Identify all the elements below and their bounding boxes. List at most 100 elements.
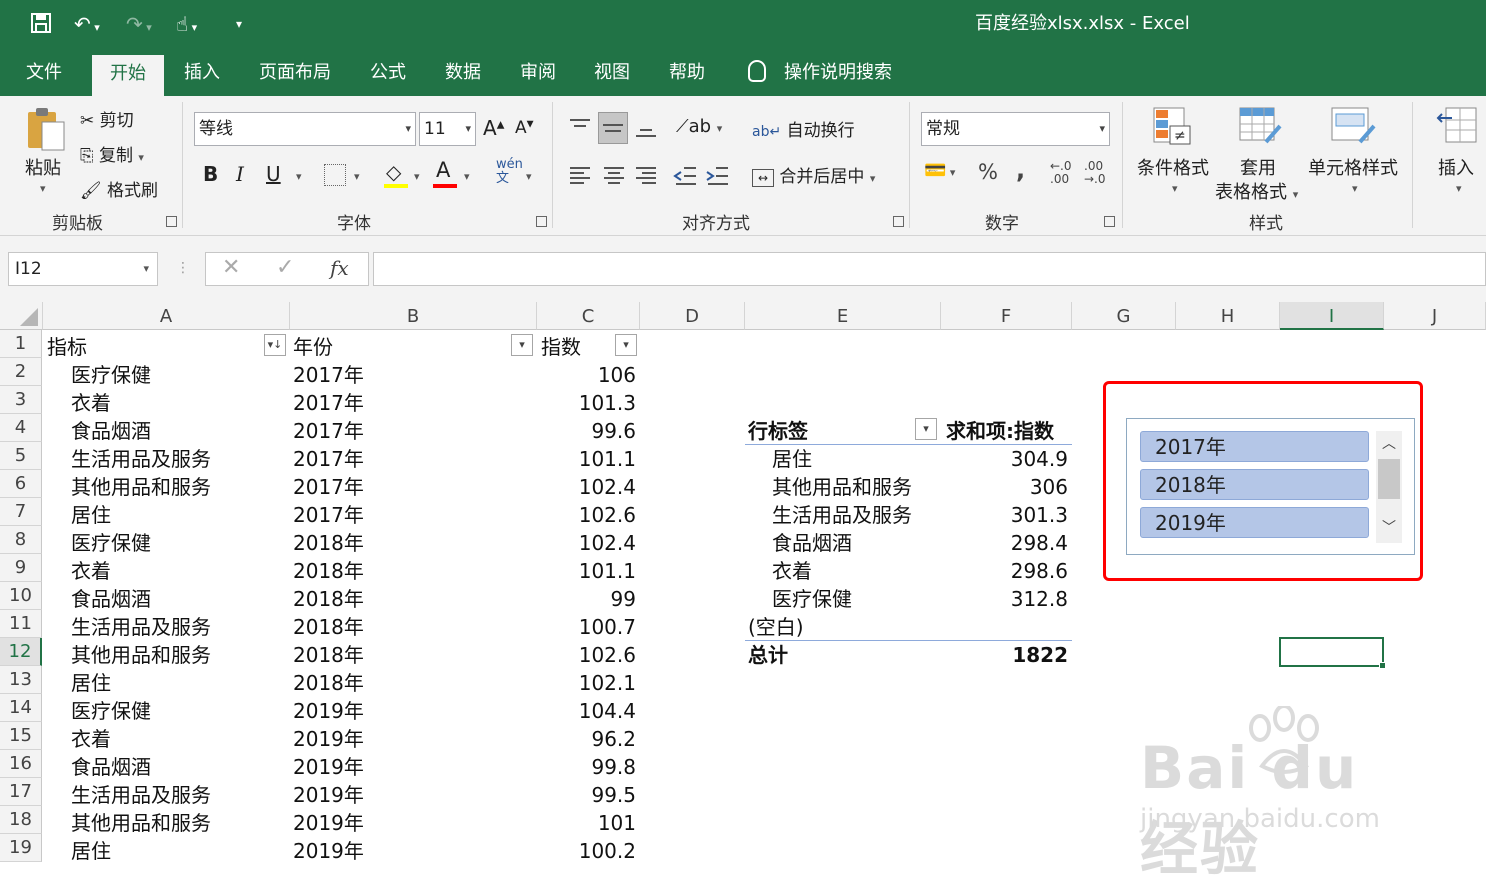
table-cell-year[interactable]: 2018年	[293, 528, 493, 556]
copy-button[interactable]: ⎘ 复制 ▾	[80, 141, 144, 166]
scroll-down-icon[interactable]: ﹀	[1376, 517, 1402, 539]
table-cell-index[interactable]: 96.2	[541, 724, 636, 752]
undo-icon[interactable]: ↶ ▾	[74, 12, 100, 40]
table-cell-year[interactable]: 2017年	[293, 416, 493, 444]
table-cell-index[interactable]: 106	[541, 360, 636, 388]
row-header-8[interactable]: 8	[0, 526, 42, 554]
decrease-indent-icon[interactable]	[672, 162, 700, 190]
table-cell-index[interactable]: 101.1	[541, 444, 636, 472]
align-right-icon[interactable]	[632, 162, 660, 190]
increase-indent-icon[interactable]	[704, 162, 732, 190]
active-cell-I12[interactable]	[1279, 637, 1386, 669]
sort-filter-icon[interactable]: ▾↓	[264, 334, 286, 356]
pivot-total-value[interactable]: 1822	[941, 640, 1068, 668]
borders-icon[interactable]	[324, 164, 346, 186]
insert-function-icon[interactable]: fx	[330, 256, 349, 280]
select-all-corner[interactable]	[0, 302, 43, 330]
tab-home[interactable]: 开始	[92, 55, 164, 96]
table-cell-indicator[interactable]: 衣着	[71, 388, 281, 416]
row-header-9[interactable]: 9	[0, 554, 42, 582]
table-cell-year[interactable]: 2018年	[293, 612, 493, 640]
accounting-format-icon[interactable]: 💳 ▾	[924, 160, 955, 181]
row-header-14[interactable]: 14	[0, 694, 42, 722]
italic-button[interactable]: I	[236, 162, 244, 186]
tab-view[interactable]: 视图	[594, 50, 630, 96]
table-cell-indicator[interactable]: 生活用品及服务	[71, 444, 281, 472]
pivot-row-label-header[interactable]: 行标签	[748, 416, 908, 444]
row-header-2[interactable]: 2	[0, 358, 42, 386]
table-cell-year[interactable]: 2018年	[293, 668, 493, 696]
table-header-index[interactable]: 指数	[541, 332, 611, 360]
table-cell-year[interactable]: 2017年	[293, 360, 493, 388]
pivot-row-label[interactable]: 食品烟酒	[772, 528, 952, 556]
format-as-table-icon[interactable]	[1238, 104, 1282, 146]
table-cell-year[interactable]: 2017年	[293, 500, 493, 528]
filter-dropdown-icon[interactable]: ▾	[615, 334, 637, 356]
tab-data[interactable]: 数据	[445, 50, 481, 96]
conditional-formatting-button[interactable]: 条件格式	[1137, 154, 1209, 180]
name-box[interactable]: I12 ▾	[8, 252, 158, 286]
conditional-formatting-icon[interactable]: ≠	[1152, 104, 1194, 146]
orientation-icon[interactable]: ⟋ab ▾	[676, 116, 722, 137]
table-cell-year[interactable]: 2019年	[293, 752, 493, 780]
table-cell-index[interactable]: 100.7	[541, 612, 636, 640]
table-cell-indicator[interactable]: 居住	[71, 668, 281, 696]
formula-input[interactable]	[373, 252, 1486, 286]
table-cell-indicator[interactable]: 医疗保健	[71, 360, 281, 388]
table-cell-year[interactable]: 2017年	[293, 472, 493, 500]
scroll-up-icon[interactable]: ︿	[1376, 433, 1402, 455]
table-cell-year[interactable]: 2019年	[293, 696, 493, 724]
align-bottom-icon[interactable]	[632, 114, 660, 142]
format-as-table-button-line2[interactable]: 表格格式 ▾	[1215, 178, 1298, 204]
column-header-D[interactable]: D	[640, 302, 745, 330]
row-header-19[interactable]: 19	[0, 834, 42, 862]
paste-icon[interactable]	[24, 106, 68, 152]
pivot-row-value[interactable]: 298.6	[941, 556, 1068, 584]
table-cell-index[interactable]: 99.6	[541, 416, 636, 444]
redo-icon[interactable]: ↷ ▾	[126, 12, 152, 40]
column-header-A[interactable]: A	[43, 302, 290, 330]
table-cell-index[interactable]: 102.4	[541, 528, 636, 556]
alignment-launcher-icon[interactable]	[893, 216, 904, 227]
format-as-table-button-line1[interactable]: 套用	[1240, 154, 1276, 180]
table-cell-index[interactable]: 99	[541, 584, 636, 612]
grow-font-icon[interactable]: A▲	[483, 116, 504, 140]
font-size-select[interactable]: 11 ▾	[419, 112, 476, 146]
table-cell-index[interactable]: 104.4	[541, 696, 636, 724]
pivot-row-label[interactable]: 居住	[772, 444, 952, 472]
table-cell-indicator[interactable]: 衣着	[71, 724, 281, 752]
decrease-decimal-icon[interactable]: .00 →.0	[1084, 160, 1106, 186]
table-cell-indicator[interactable]: 医疗保健	[71, 696, 281, 724]
table-cell-indicator[interactable]: 其他用品和服务	[71, 472, 281, 500]
cell-styles-button[interactable]: 单元格样式	[1308, 154, 1398, 180]
row-header-11[interactable]: 11	[0, 610, 42, 638]
table-cell-index[interactable]: 101.3	[541, 388, 636, 416]
column-header-H[interactable]: H	[1176, 302, 1280, 330]
table-cell-year[interactable]: 2019年	[293, 780, 493, 808]
table-cell-index[interactable]: 102.6	[541, 640, 636, 668]
save-icon[interactable]	[30, 12, 52, 39]
table-cell-indicator[interactable]: 居住	[71, 836, 281, 864]
slicer-item-2018[interactable]: 2018年	[1140, 469, 1369, 500]
column-header-C[interactable]: C	[537, 302, 640, 330]
table-cell-year[interactable]: 2019年	[293, 808, 493, 836]
scroll-thumb[interactable]	[1378, 459, 1400, 499]
insert-cells-button[interactable]: 插入	[1438, 154, 1474, 180]
row-header-13[interactable]: 13	[0, 666, 42, 694]
table-cell-year[interactable]: 2018年	[293, 556, 493, 584]
underline-button[interactable]: U	[266, 162, 281, 186]
table-cell-index[interactable]: 101	[541, 808, 636, 836]
table-cell-indicator[interactable]: 食品烟酒	[71, 752, 281, 780]
pivot-row-label[interactable]: 生活用品及服务	[772, 500, 952, 528]
table-cell-indicator[interactable]: 生活用品及服务	[71, 780, 281, 808]
table-cell-index[interactable]: 100.2	[541, 836, 636, 864]
row-header-7[interactable]: 7	[0, 498, 42, 526]
number-format-select[interactable]: 常规 ▾	[921, 112, 1110, 146]
table-cell-index[interactable]: 101.1	[541, 556, 636, 584]
comma-style-button[interactable]: ,	[1016, 156, 1025, 184]
cut-button[interactable]: ✂ 剪切	[80, 106, 134, 131]
pivot-row-label[interactable]: 医疗保健	[772, 584, 952, 612]
align-top-icon[interactable]	[566, 114, 594, 142]
year-slicer[interactable]: 2017年 2018年 2019年 ︿ ﹀	[1126, 418, 1415, 555]
tab-formulas[interactable]: 公式	[370, 50, 406, 96]
